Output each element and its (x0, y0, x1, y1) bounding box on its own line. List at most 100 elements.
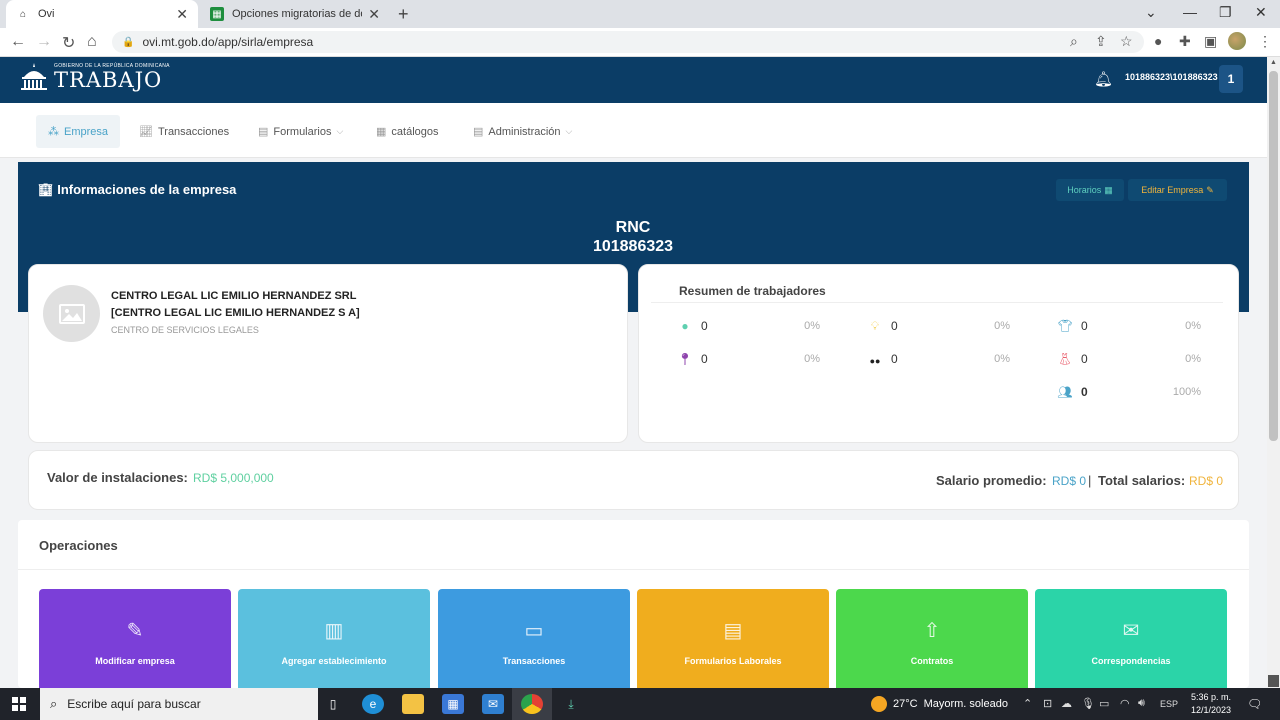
new-tab-icon[interactable]: + (398, 4, 409, 25)
tab-opciones[interactable]: ▦ Opciones migratorias de dominio ✕ (200, 0, 390, 28)
weather-sun-icon (871, 696, 887, 712)
weather-widget[interactable]: 27°C Mayorm. soleado (871, 696, 1008, 712)
minimize-icon[interactable]: — (1183, 4, 1197, 20)
horarios-label: Horarios (1067, 185, 1102, 195)
cloud-icon[interactable]: ☁ (1061, 697, 1072, 710)
store-icon[interactable]: ▦ (442, 694, 464, 714)
file-explorer-icon[interactable] (402, 694, 424, 714)
stat-value: 0 (891, 319, 898, 333)
divider (651, 302, 1223, 303)
reload-icon[interactable]: ↻ (62, 33, 75, 53)
stat-percent: 0% (804, 320, 820, 332)
scroll-up-icon[interactable]: ▲ (1270, 59, 1277, 66)
page-scrollbar[interactable]: ▲ (1267, 57, 1280, 688)
installations-value-label: Valor de instalaciones: (47, 470, 188, 485)
user-menu-badge[interactable]: 1 (1219, 65, 1243, 93)
scroll-thumb[interactable] (1269, 71, 1278, 441)
language-indicator[interactable]: ESP (1160, 699, 1178, 709)
bell-icon[interactable]: 🔔︎ (1094, 70, 1113, 88)
bulb-icon: 💡︎ (870, 318, 880, 333)
browser-tabstrip: ⌂ Ovi ✕ ▦ Opciones migratorias de domini… (0, 0, 1280, 28)
profile-avatar[interactable] (1228, 32, 1246, 50)
windows-taskbar: ⌕ Escribe aquí para buscar ▯ e ▦ ✉ ⤓ 27°… (0, 688, 1280, 720)
menu-empresa[interactable]: ⁂ Empresa (36, 115, 121, 148)
forward-icon[interactable]: → (36, 33, 52, 51)
windows-start-icon[interactable] (12, 697, 26, 711)
ministry-dome-icon (21, 63, 47, 90)
ovi-favicon-icon: ⌂ (19, 8, 27, 20)
file-upload-icon: ⇧ (923, 619, 941, 642)
microphone-icon[interactable]: 🎙︎ (1081, 697, 1095, 710)
tray-app-icon[interactable]: ⊡ (1043, 697, 1052, 710)
taskbar-search[interactable]: ⌕ Escribe aquí para buscar (40, 688, 318, 720)
agregar-establecimiento-tile[interactable]: ▥ Agregar establecimiento (238, 589, 430, 688)
workers-summary-title: Resumen de trabajadores (679, 284, 826, 298)
chevron-down-icon: ⌵ (336, 126, 344, 136)
logo-title: TRABAJO (54, 68, 163, 92)
mail-icon[interactable]: ✉ (482, 694, 504, 714)
contratos-tile[interactable]: ⇧ Contratos (836, 589, 1028, 688)
share-icon[interactable]: ⇪ (1095, 33, 1107, 50)
operations-title: Operaciones (39, 538, 118, 553)
horarios-button[interactable]: Horarios ▦ (1056, 179, 1124, 201)
user-identifier[interactable]: 101886323\101886323 (1125, 72, 1218, 82)
taskbar-clock[interactable]: 5:36 p. m. 12/1/2023 (1186, 691, 1236, 717)
menu-label: Formularios (273, 125, 332, 138)
battery-icon[interactable]: ▭ (1099, 697, 1109, 710)
lock-icon[interactable]: 🔒 (122, 37, 134, 48)
menu-formularios[interactable]: ▤ Formularios ⌵ (246, 115, 355, 148)
formularios-laborales-tile[interactable]: ▤ Formularios Laborales (637, 589, 829, 688)
tab-search-chevron-icon[interactable]: ⌄ (1145, 4, 1157, 21)
modificar-empresa-tile[interactable]: ✎ Modificar empresa (39, 589, 231, 688)
taskbar-search-placeholder: Escribe aquí para buscar (67, 697, 201, 711)
app-download-icon[interactable]: ⤓ (560, 694, 582, 714)
rnc-value: 101886323 (592, 238, 674, 255)
extension-dark-icon[interactable]: ● (1154, 33, 1162, 49)
address-bar[interactable]: 🔒 ovi.mt.gob.do/app/sirla/empresa (112, 31, 1144, 53)
correspondencias-tile[interactable]: ✉ Correspondencias (1035, 589, 1227, 688)
main-menu: ⁂ Empresa 📈︎ Transacciones ▤ Formularios… (0, 103, 1267, 158)
stat-percent: 0% (994, 320, 1010, 332)
menu-label: Transacciones (157, 125, 230, 138)
location-icon: 📍︎ (677, 352, 693, 366)
menu-transacciones[interactable]: 📈︎ Transacciones (127, 115, 241, 148)
back-icon[interactable]: ← (10, 33, 26, 51)
browser-menu-icon[interactable]: ⋮ (1258, 33, 1272, 50)
menu-catalogos[interactable]: ▦ catálogos (364, 115, 451, 148)
scroll-down-icon[interactable] (1268, 675, 1279, 687)
company-name: CENTRO LEGAL LIC EMILIO HERNANDEZ SRL (111, 290, 357, 302)
menu-administracion[interactable]: ▤ Administración ⌵ (461, 115, 584, 148)
side-panel-icon[interactable]: ▣ (1204, 33, 1217, 50)
average-salary-value: RD$ 0 (1052, 474, 1087, 488)
task-view-icon[interactable]: ▯ (322, 694, 344, 714)
editar-empresa-button[interactable]: Editar Empresa ✎ (1128, 179, 1227, 201)
total-salaries-label: Total salarios: (1098, 473, 1186, 488)
stat-value: 0 (1081, 352, 1088, 366)
transacciones-tile[interactable]: ▭ Transacciones (438, 589, 630, 688)
tray-chevron-icon[interactable]: ⌃ (1023, 697, 1032, 710)
volume-icon[interactable]: 🔊︎ (1138, 697, 1145, 710)
close-tab-icon[interactable]: ✕ (176, 6, 188, 23)
maximize-icon[interactable]: ❐ (1219, 4, 1232, 21)
zoom-icon[interactable]: ⌕ (1070, 33, 1078, 50)
home-icon[interactable]: ⌂ (87, 33, 97, 51)
notifications-icon[interactable]: 🗨︎ (1247, 697, 1262, 711)
tab-ovi[interactable]: ⌂ Ovi ✕ (6, 0, 198, 28)
calendar-icon: ▦ (1104, 184, 1113, 195)
bookmark-star-icon[interactable]: ☆ (1120, 33, 1133, 50)
building-icon: 🏢︎ (38, 182, 54, 197)
app-header: GOBIERNO DE LA REPÚBLICA DOMINICANA TRAB… (0, 57, 1267, 103)
url-text[interactable]: ovi.mt.gob.do/app/sirla/empresa (142, 35, 313, 49)
stat-percent: 100% (1172, 386, 1201, 398)
company-legal-name: [CENTRO LEGAL LIC EMILIO HERNANDEZ S A] (111, 307, 360, 319)
edge-icon[interactable]: e (362, 694, 384, 714)
clock-time: 5:36 p. m. (1190, 692, 1232, 702)
chrome-icon[interactable] (521, 694, 543, 714)
close-tab-icon[interactable]: ✕ (368, 6, 380, 23)
male-shirt-icon: 👕︎ (1057, 319, 1073, 333)
close-window-icon[interactable]: ✕ (1255, 4, 1267, 21)
trabajo-logo[interactable]: GOBIERNO DE LA REPÚBLICA DOMINICANA TRAB… (18, 61, 170, 91)
extensions-puzzle-icon[interactable]: ✚ (1179, 33, 1191, 50)
wifi-icon[interactable]: ◠ (1120, 697, 1130, 710)
weather-text: Mayorm. soleado (923, 698, 1008, 710)
